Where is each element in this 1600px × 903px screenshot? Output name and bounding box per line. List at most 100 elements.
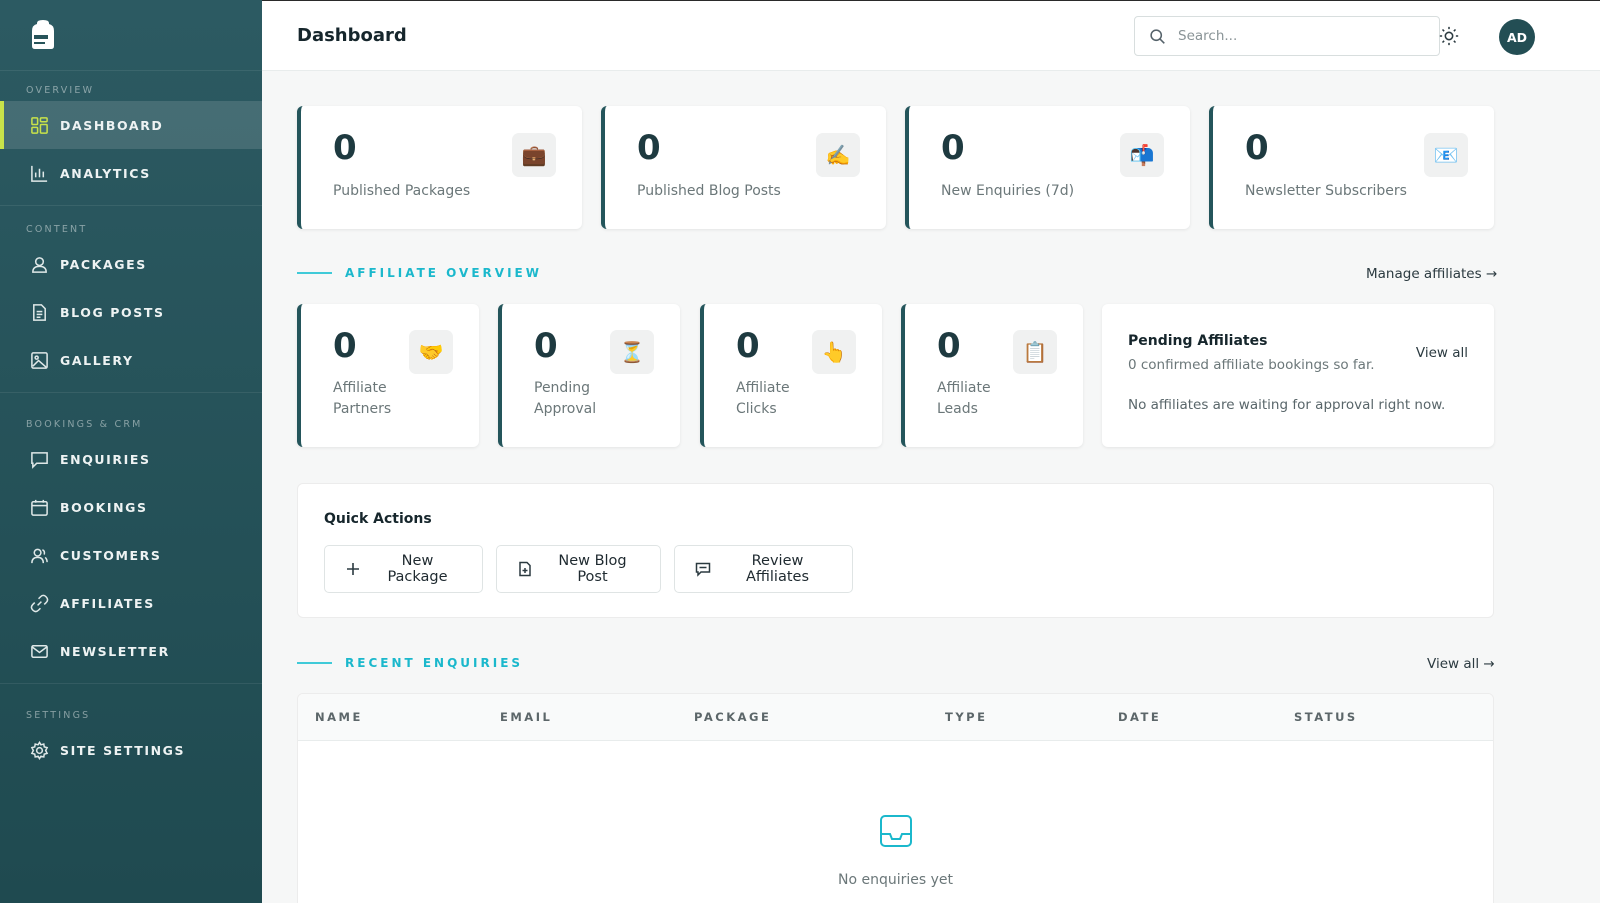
mail-icon — [30, 642, 49, 661]
quick-actions-title: Quick Actions — [324, 511, 432, 527]
link-icon — [30, 594, 49, 613]
review-affiliates-button[interactable]: Review Affiliates — [674, 545, 853, 593]
table-header: NAME EMAIL PACKAGE TYPE DATE STATUS — [298, 694, 1493, 741]
column-header-name[interactable]: NAME — [315, 710, 363, 724]
plus-icon — [345, 561, 361, 577]
sidebar: OVERVIEW DASHBOARD ANALYTICS CONTENT PAC… — [0, 0, 262, 903]
affiliate-card-clicks: 0 Affiliate Clicks 👆 — [700, 304, 882, 447]
hourglass-icon: ⏳ — [610, 330, 654, 374]
stat-label: Published Packages — [333, 183, 471, 199]
search-box[interactable] — [1134, 16, 1440, 56]
nav-heading-settings: SETTINGS — [26, 710, 91, 721]
stat-label-line1: Affiliate — [736, 380, 790, 396]
stat-label: New Enquiries (7d) — [941, 183, 1075, 199]
stat-label: Published Blog Posts — [637, 183, 781, 199]
search-input[interactable] — [1178, 28, 1418, 44]
sidebar-item-newsletter[interactable]: NEWSLETTER — [0, 627, 262, 675]
stat-card-subscribers: 0 Newsletter Subscribers 📧 — [1209, 106, 1494, 229]
email-icon: 📧 — [1424, 133, 1468, 177]
sidebar-item-label: PACKAGES — [60, 256, 147, 272]
new-blog-post-button[interactable]: New Blog Post — [496, 545, 661, 593]
sidebar-item-analytics[interactable]: ANALYTICS — [0, 149, 262, 197]
sidebar-item-bookings[interactable]: BOOKINGS — [0, 483, 262, 531]
quick-actions-card: Quick Actions New Package New Blog Post … — [297, 483, 1494, 618]
column-header-package[interactable]: PACKAGE — [694, 710, 771, 724]
new-package-button[interactable]: New Package — [324, 545, 483, 593]
heading-line — [297, 662, 332, 664]
search-icon — [1149, 28, 1166, 45]
file-plus-icon — [517, 561, 533, 577]
handshake-icon: 🤝 — [409, 330, 453, 374]
column-header-date[interactable]: DATE — [1118, 710, 1161, 724]
briefcase-icon: 💼 — [512, 133, 556, 177]
sidebar-item-site-settings[interactable]: SITE SETTINGS — [0, 726, 262, 774]
section-heading-affiliate: AFFILIATE OVERVIEW — [297, 266, 542, 280]
sidebar-item-label: CUSTOMERS — [60, 547, 162, 563]
nav-section-content: CONTENT PACKAGES BLOG POSTS GALLERY — [0, 206, 262, 393]
button-label: Review Affiliates — [745, 553, 810, 585]
manage-affiliates-link[interactable]: Manage affiliates → — [1366, 266, 1497, 282]
writing-hand-icon: ✍️ — [816, 133, 860, 177]
stat-label-line2: Approval — [534, 401, 597, 417]
column-header-type[interactable]: TYPE — [945, 710, 987, 724]
sidebar-item-label: NEWSLETTER — [60, 643, 170, 659]
stat-card-packages: 0 Published Packages 💼 — [297, 106, 582, 229]
user-pin-icon — [30, 255, 49, 274]
sidebar-item-label: AFFILIATES — [60, 595, 155, 611]
pending-view-all-link[interactable]: View all — [1416, 345, 1468, 361]
nav-heading-overview: OVERVIEW — [26, 85, 95, 96]
affiliate-card-partners: 0 Affiliate Partners 🤝 — [297, 304, 479, 447]
nav-heading-bookings: BOOKINGS & CRM — [26, 419, 143, 430]
pending-affiliates-title: Pending Affiliates — [1128, 333, 1268, 349]
sidebar-item-dashboard[interactable]: DASHBOARD — [0, 101, 262, 149]
empty-enquiries-message: No enquiries yet — [837, 872, 953, 888]
stat-value: 0 — [534, 326, 558, 366]
column-header-status[interactable]: STATUS — [1294, 710, 1358, 724]
gear-icon — [30, 740, 49, 760]
stat-label-line2: Clicks — [736, 401, 777, 417]
nav-section-bookings: BOOKINGS & CRM ENQUIRIES BOOKINGS CUSTOM… — [0, 393, 262, 684]
avatar[interactable]: AD — [1499, 19, 1535, 55]
sidebar-item-customers[interactable]: CUSTOMERS — [0, 531, 262, 579]
enquiries-view-all-link[interactable]: View all → — [1427, 656, 1495, 672]
grid-icon — [30, 116, 49, 135]
nav-heading-content: CONTENT — [26, 224, 88, 235]
stat-value: 0 — [333, 128, 357, 168]
pointing-hand-icon: 👆 — [812, 330, 856, 374]
sidebar-item-enquiries[interactable]: ENQUIRIES — [0, 435, 262, 483]
sidebar-item-label: ENQUIRIES — [60, 451, 151, 467]
heading-line — [297, 272, 332, 274]
theme-toggle-button[interactable] — [1437, 24, 1461, 48]
affiliate-card-leads: 0 Affiliate Leads 📋 — [901, 304, 1083, 447]
bar-chart-icon — [30, 164, 49, 183]
sidebar-item-label: BLOG POSTS — [60, 304, 165, 320]
stat-label-line1: Pending — [534, 380, 590, 396]
button-label: New Package — [387, 553, 448, 585]
sun-icon — [1439, 26, 1459, 46]
pending-affiliates-card: Pending Affiliates 0 confirmed affiliate… — [1102, 304, 1494, 447]
section-heading-enquiries: RECENT ENQUIRIES — [297, 656, 523, 670]
sidebar-item-blog-posts[interactable]: BLOG POSTS — [0, 288, 262, 336]
stat-label-line1: Affiliate — [333, 380, 387, 396]
users-icon — [30, 546, 49, 565]
sidebar-item-label: BOOKINGS — [60, 499, 148, 515]
inbox-icon — [880, 815, 912, 847]
nav-section-settings: SETTINGS SITE SETTINGS — [0, 684, 262, 782]
stat-value: 0 — [736, 326, 760, 366]
sidebar-item-gallery[interactable]: GALLERY — [0, 336, 262, 384]
stat-label-line2: Partners — [333, 401, 392, 417]
document-icon — [30, 303, 49, 322]
sidebar-item-label: GALLERY — [60, 352, 134, 368]
pending-affiliates-subtitle: 0 confirmed affiliate bookings so far. — [1128, 357, 1375, 373]
sidebar-item-label: DASHBOARD — [60, 117, 164, 133]
logo[interactable] — [0, 0, 262, 71]
button-label: New Blog Post — [558, 553, 627, 585]
column-header-email[interactable]: EMAIL — [500, 710, 552, 724]
sidebar-item-affiliates[interactable]: AFFILIATES — [0, 579, 262, 627]
stat-label: Newsletter Subscribers — [1245, 183, 1407, 199]
stat-value: 0 — [941, 128, 965, 168]
sidebar-item-packages[interactable]: PACKAGES — [0, 240, 262, 288]
chat-icon — [30, 450, 49, 469]
stat-card-blog-posts: 0 Published Blog Posts ✍️ — [601, 106, 886, 229]
sidebar-item-label: ANALYTICS — [60, 165, 151, 181]
